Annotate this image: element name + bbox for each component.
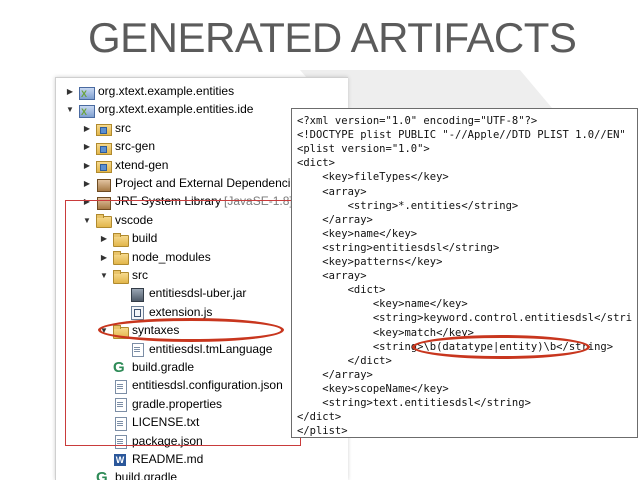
tree-item-label: xtend-gen <box>115 157 169 172</box>
project-icon <box>78 103 95 122</box>
xml-code-panel: <?xml version="1.0" encoding="UTF-8"?> <!… <box>291 108 638 438</box>
tmlanguage-highlight-oval <box>98 318 284 342</box>
source-folder-icon <box>95 158 112 174</box>
expand-arrow-icon[interactable]: ▶ <box>81 156 93 175</box>
tree-item[interactable]: ▶ src <box>81 119 131 138</box>
xml-code-line: </plist> <box>297 425 348 438</box>
expand-arrow-icon[interactable]: ▶ <box>81 174 93 193</box>
project-icon <box>78 85 95 104</box>
expand-arrow-icon[interactable]: ▶ <box>81 137 93 156</box>
tree-item[interactable]: ▼ org.xtext.example.entities.ide <box>64 100 254 122</box>
slide-title: GENERATED ARTIFACTS <box>88 14 577 61</box>
word-file-icon <box>112 453 128 467</box>
tree-item-label: src-gen <box>115 139 156 154</box>
tree-item-label: org.xtext.example.entities <box>98 84 235 98</box>
library-icon <box>95 177 111 192</box>
tree-item-label: org.xtext.example.entities.ide <box>98 102 254 117</box>
tree-item[interactable]: ▶ xtend-gen <box>81 156 168 175</box>
expand-arrow-icon[interactable]: ▶ <box>81 119 93 138</box>
tree-item-label: src <box>115 120 131 135</box>
tree-item[interactable]: ▶ org.xtext.example.entities <box>64 82 235 104</box>
match-regex-highlight-oval <box>412 335 590 359</box>
collapse-arrow-icon[interactable]: ▼ <box>64 100 76 119</box>
tree-item-label: build.gradle <box>115 470 178 480</box>
tree-item-label: README.md <box>132 452 204 466</box>
source-folder-icon <box>95 140 112 155</box>
tree-item[interactable]: README.md <box>98 450 203 469</box>
tree-item[interactable]: ▶ Project and External Dependencies <box>81 174 303 193</box>
expand-arrow-icon[interactable]: ▶ <box>64 82 76 101</box>
tree-item-label: Project and External Dependencies <box>115 176 304 190</box>
source-folder-icon <box>95 121 112 137</box>
tree-item[interactable]: build.gradle <box>81 468 177 480</box>
tree-item[interactable]: ▶ src-gen <box>81 137 155 156</box>
